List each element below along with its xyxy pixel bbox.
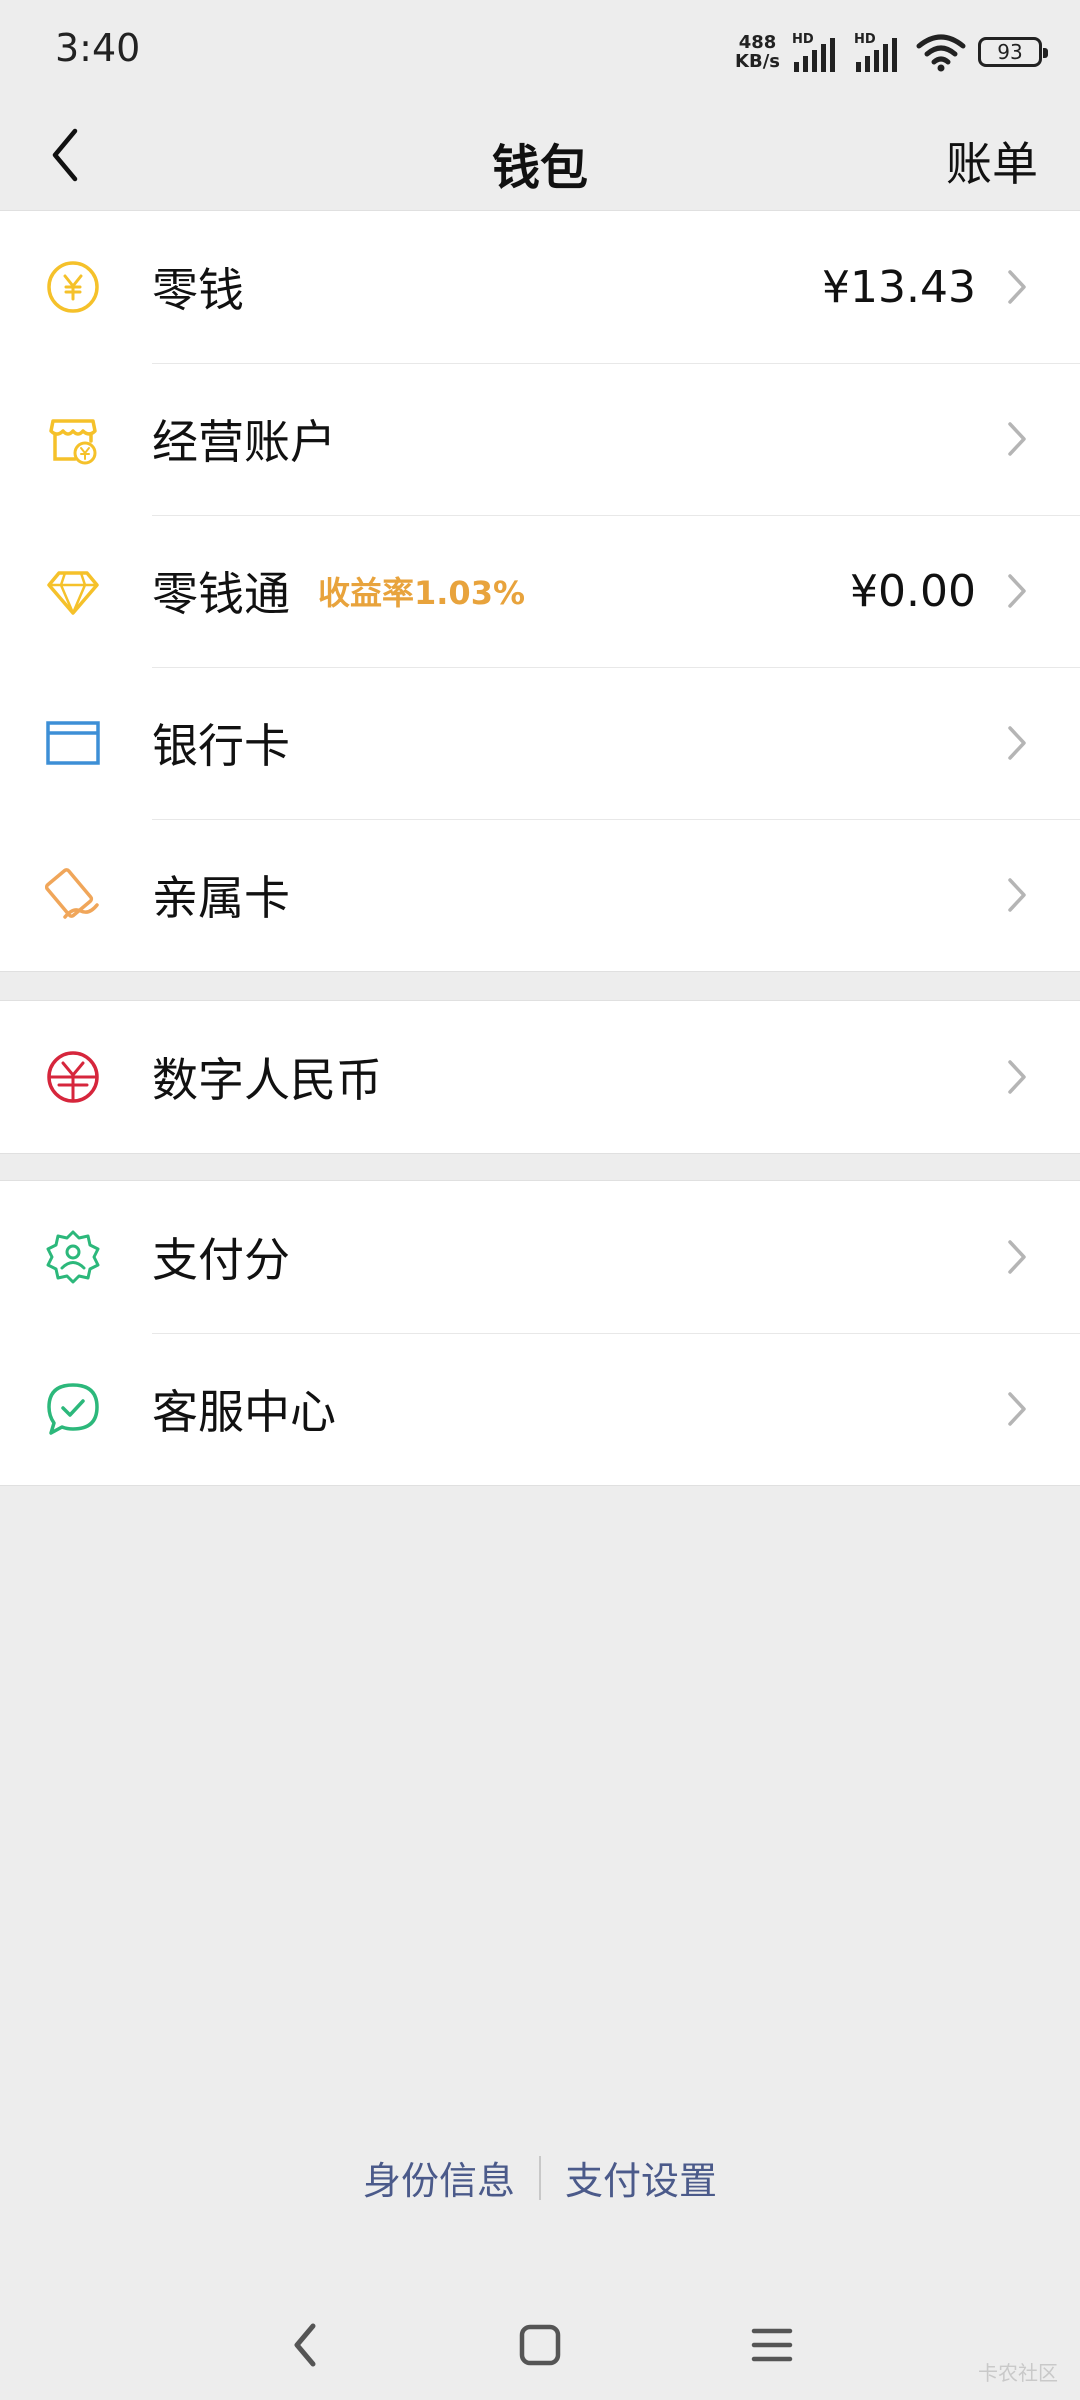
row-change[interactable]: 零钱 ¥13.43: [0, 211, 1080, 363]
watermark: 卡农社区: [978, 2361, 1058, 2385]
row-label: 客服中心: [152, 1385, 336, 1439]
family-card-icon: [45, 868, 99, 919]
cellular-signal-icon: HD: [792, 32, 835, 72]
chevron-right-icon: [1008, 1240, 1026, 1274]
row-customer-service[interactable]: 客服中心: [0, 1333, 1080, 1485]
diamond-icon: [47, 571, 99, 615]
row-label: 零钱: [152, 263, 244, 317]
battery-indicator: 93: [978, 37, 1048, 67]
chevron-right-icon: [1008, 726, 1026, 760]
bill-button[interactable]: 账单: [946, 128, 1038, 194]
wifi-icon: [916, 34, 966, 72]
chevron-right-icon: [1008, 270, 1026, 304]
system-home-button[interactable]: [505, 2310, 575, 2380]
back-arrow-icon: [52, 128, 78, 182]
row-pay-score[interactable]: 支付分: [0, 1181, 1080, 1333]
status-time: 3:40: [55, 26, 141, 70]
system-navigation-bar: [0, 2280, 1080, 2390]
footer-links: 身份信息 支付设置: [0, 2150, 1080, 2205]
row-label: 零钱通 收益率1.03%: [152, 515, 525, 667]
yield-rate-tag: 收益率1.03%: [318, 574, 526, 612]
row-bank-card[interactable]: 银行卡: [0, 667, 1080, 819]
row-label: 支付分: [152, 1233, 290, 1287]
cellular-signal-icon: HD: [854, 32, 897, 72]
row-business-account[interactable]: 经营账户: [0, 363, 1080, 515]
pay-score-icon: [46, 1230, 100, 1284]
status-indicators: 488 KB/s HD HD 93: [735, 24, 1048, 80]
system-menu-button[interactable]: [737, 2310, 807, 2380]
coin-yen-icon: [47, 261, 99, 313]
row-label: 银行卡: [152, 719, 290, 773]
row-label: 亲属卡: [152, 871, 290, 925]
wallet-group-digital-rmb: 数字人民币: [0, 1000, 1080, 1154]
page-title: 钱包: [491, 140, 588, 196]
battery-level: 93: [997, 40, 1023, 64]
navigation-bar: 钱包 账单: [0, 100, 1080, 210]
chevron-right-icon: [1008, 1060, 1026, 1094]
customer-service-icon: [47, 1383, 99, 1435]
system-home-icon: [519, 2324, 561, 2366]
signal-hd-label: HD: [854, 32, 876, 47]
payment-settings-link[interactable]: 支付设置: [565, 2150, 717, 2205]
system-back-button[interactable]: [270, 2310, 340, 2380]
wallet-group-main: 零钱 ¥13.43 经营账户 零钱通 收益率1.03% ¥0.00 银行卡 亲属…: [0, 210, 1080, 972]
network-speed-value: 488: [738, 32, 777, 53]
wallet-group-services: 支付分 客服中心: [0, 1180, 1080, 1486]
chevron-right-icon: [1008, 1392, 1026, 1426]
system-menu-icon: [751, 2328, 793, 2362]
row-label: 经营账户: [152, 415, 336, 469]
identity-info-link[interactable]: 身份信息: [363, 2150, 515, 2205]
row-value: ¥0.00: [850, 565, 976, 617]
row-lingqiantong[interactable]: 零钱通 收益率1.03% ¥0.00: [0, 515, 1080, 667]
network-speed: 488 KB/s: [735, 33, 780, 71]
chevron-right-icon: [1008, 422, 1026, 456]
chevron-right-icon: [1008, 878, 1026, 912]
row-label-text: 零钱通: [152, 567, 290, 621]
footer-divider: [539, 2155, 541, 2200]
row-family-card[interactable]: 亲属卡: [0, 819, 1080, 971]
row-value: ¥13.43: [822, 261, 976, 313]
signal-hd-label: HD: [792, 32, 814, 47]
digital-rmb-icon: [47, 1051, 99, 1103]
system-back-icon: [294, 2323, 316, 2367]
bank-card-icon: [46, 721, 100, 765]
shop-account-icon: [49, 419, 97, 465]
chevron-right-icon: [1008, 574, 1026, 608]
status-bar: 3:40 488 KB/s HD HD 93: [0, 0, 1080, 100]
row-digital-rmb[interactable]: 数字人民币: [0, 1001, 1080, 1153]
row-label: 数字人民币: [152, 1053, 382, 1107]
back-button[interactable]: [30, 120, 100, 190]
network-speed-unit: KB/s: [735, 51, 780, 72]
